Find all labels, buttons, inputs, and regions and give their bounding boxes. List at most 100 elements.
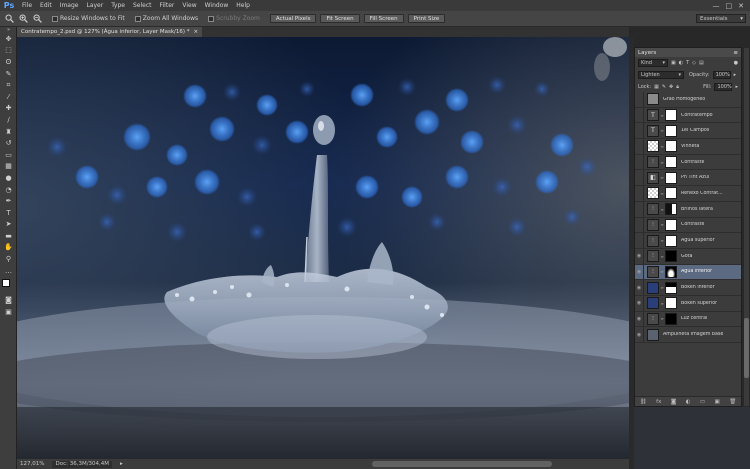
blur-tool-icon[interactable]: ● xyxy=(0,172,17,184)
marquee-tool-icon[interactable]: ⬚ xyxy=(0,45,17,57)
menu-image[interactable]: Image xyxy=(56,2,83,9)
layer-mask-thumbnail[interactable] xyxy=(665,109,677,122)
layer-row[interactable]: ◉ ∞ Reflexo Contrat... xyxy=(635,186,741,202)
layer-row[interactable]: ◉ ∞ Bokeh inferior xyxy=(635,280,741,296)
layer-thumbnail[interactable] xyxy=(647,93,659,106)
mask-link-icon[interactable]: ∞ xyxy=(660,285,664,290)
layer-mask-thumbnail[interactable] xyxy=(665,312,677,325)
menu-type[interactable]: Type xyxy=(107,2,129,9)
layer-mask-thumbnail[interactable] xyxy=(665,187,677,200)
gradient-tool-icon[interactable]: ▦ xyxy=(0,161,17,173)
filter-adjust-icon[interactable]: ◐ xyxy=(679,60,683,66)
layers-panel-header[interactable]: Layers ≡ xyxy=(635,48,741,57)
zoom-all-windows-checkbox[interactable]: Zoom All Windows xyxy=(134,15,198,22)
healing-brush-icon[interactable]: ✚ xyxy=(0,103,17,115)
mask-link-icon[interactable]: ∞ xyxy=(660,269,664,274)
zoom-in-icon[interactable] xyxy=(18,14,28,24)
zoom-tool-icon[interactable]: ⚲ xyxy=(0,253,17,265)
visibility-eye-icon[interactable]: ◉ xyxy=(635,123,644,139)
visibility-eye-icon[interactable]: ◉ xyxy=(635,186,644,201)
layer-row[interactable]: ◉ ⫶ ∞ Luz central xyxy=(635,311,741,328)
blend-mode-select[interactable]: Lighten ▾ xyxy=(638,71,684,79)
visibility-eye-icon[interactable]: ◉ xyxy=(635,154,644,170)
chevron-down-icon[interactable]: ▸ xyxy=(735,84,738,90)
zoom-tool-icon[interactable] xyxy=(4,14,14,24)
zoom-out-icon[interactable] xyxy=(32,14,42,24)
visibility-eye-icon[interactable]: ◉ xyxy=(635,327,644,342)
filter-smart-icon[interactable]: ▤ xyxy=(699,60,704,66)
layer-row[interactable]: ◉ Grao Homogeneo xyxy=(635,92,741,108)
mask-link-icon[interactable]: ∞ xyxy=(660,207,664,212)
menu-window[interactable]: Window xyxy=(201,2,233,9)
layer-mask-thumbnail[interactable] xyxy=(665,203,677,216)
mask-link-icon[interactable]: ∞ xyxy=(660,254,664,259)
shape-tool-icon[interactable]: ▬ xyxy=(0,230,17,242)
visibility-eye-icon[interactable]: ◉ xyxy=(635,201,644,217)
add-mask-icon[interactable]: ◙ xyxy=(671,399,676,405)
workspace-select[interactable]: Essentials ▾ xyxy=(696,14,746,23)
mask-link-icon[interactable]: ∞ xyxy=(660,222,664,227)
fill-input[interactable]: 100% xyxy=(714,83,733,91)
visibility-eye-icon[interactable]: ◉ xyxy=(635,280,644,295)
photoshop-logo[interactable]: Ps xyxy=(0,0,18,11)
layer-thumbnail[interactable] xyxy=(647,281,659,294)
menu-help[interactable]: Help xyxy=(232,2,254,9)
visibility-eye-icon[interactable]: ◉ xyxy=(635,92,644,107)
layer-thumbnail[interactable] xyxy=(647,297,659,310)
layer-thumbnail[interactable] xyxy=(647,140,659,153)
color-swatches[interactable] xyxy=(0,278,16,294)
mask-link-icon[interactable]: ∞ xyxy=(660,113,664,118)
mask-link-icon[interactable]: ∞ xyxy=(660,160,664,165)
layer-mask-thumbnail[interactable] xyxy=(665,124,677,137)
lock-move-icon[interactable]: ✥ xyxy=(669,84,673,90)
visibility-eye-icon[interactable]: ◉ xyxy=(635,311,644,327)
layer-row[interactable]: ◉◧∞ Ph Tint Azul xyxy=(635,170,741,187)
visibility-eye-icon[interactable]: ◉ xyxy=(635,139,644,154)
filter-pixel-icon[interactable]: ▣ xyxy=(671,60,676,66)
path-select-icon[interactable]: ➤ xyxy=(0,219,17,231)
opacity-input[interactable]: 100% xyxy=(712,71,731,79)
filter-shape-icon[interactable]: ◇ xyxy=(692,60,696,66)
menu-filter[interactable]: Filter xyxy=(156,2,179,9)
checkbox-box[interactable] xyxy=(52,15,58,22)
lock-all-icon[interactable]: 🔒︎ xyxy=(676,84,679,90)
layer-mask-thumbnail[interactable] xyxy=(665,140,677,153)
new-layer-icon[interactable]: ▣ xyxy=(715,399,720,405)
layer-mask-thumbnail[interactable] xyxy=(665,265,677,278)
pen-tool-icon[interactable]: ✒ xyxy=(0,195,17,207)
mask-link-icon[interactable]: ∞ xyxy=(660,301,664,306)
layer-row[interactable]: ◉ Ampulheta Imagem base xyxy=(635,327,741,343)
foreground-color-swatch[interactable] xyxy=(2,279,10,288)
layer-row[interactable]: ◉⫶∞ Contraste xyxy=(635,217,741,234)
minimize-icon[interactable]: — xyxy=(713,2,720,10)
menu-view[interactable]: View xyxy=(178,2,200,9)
layer-row[interactable]: ◉ ∞ Vinheta xyxy=(635,139,741,155)
quick-select-tool-icon[interactable]: ✎ xyxy=(0,68,17,80)
layer-thumbnail[interactable]: ⫶ xyxy=(647,265,659,278)
layer-row[interactable]: ◉⫶∞ Contraste xyxy=(635,154,741,171)
eraser-tool-icon[interactable]: ▭ xyxy=(0,149,17,161)
close-icon[interactable]: ✕ xyxy=(738,2,744,10)
layer-mask-thumbnail[interactable] xyxy=(665,234,677,247)
fx-icon[interactable]: fx xyxy=(656,399,661,405)
layer-thumbnail[interactable]: T xyxy=(647,124,659,137)
mask-link-icon[interactable]: ∞ xyxy=(660,316,664,321)
visibility-eye-icon[interactable]: ◉ xyxy=(635,217,644,233)
layer-thumbnail[interactable]: ⫶ xyxy=(647,203,659,216)
lasso-tool-icon[interactable]: ʘ xyxy=(0,56,17,68)
menu-select[interactable]: Select xyxy=(129,2,156,9)
screen-mode-icon[interactable]: ▣ xyxy=(0,306,17,318)
layer-mask-thumbnail[interactable] xyxy=(665,281,677,294)
layer-thumbnail[interactable]: T xyxy=(647,109,659,122)
crop-tool-icon[interactable]: ⌗ xyxy=(0,79,17,91)
checkbox-box[interactable] xyxy=(134,15,141,22)
menu-layer[interactable]: Layer xyxy=(82,2,107,9)
layer-mask-thumbnail[interactable] xyxy=(665,218,677,231)
link-layers-icon[interactable]: ⛓ xyxy=(640,399,647,405)
layer-mask-thumbnail[interactable] xyxy=(665,156,677,169)
actual-pixels-button[interactable]: Actual Pixels xyxy=(269,14,317,23)
layer-row[interactable]: ◉T∞ Contratempo xyxy=(635,107,741,124)
image-canvas[interactable] xyxy=(17,37,629,459)
adjustment-layer-icon[interactable]: ◐ xyxy=(686,399,691,405)
print-size-button[interactable]: Print Size xyxy=(407,14,446,23)
